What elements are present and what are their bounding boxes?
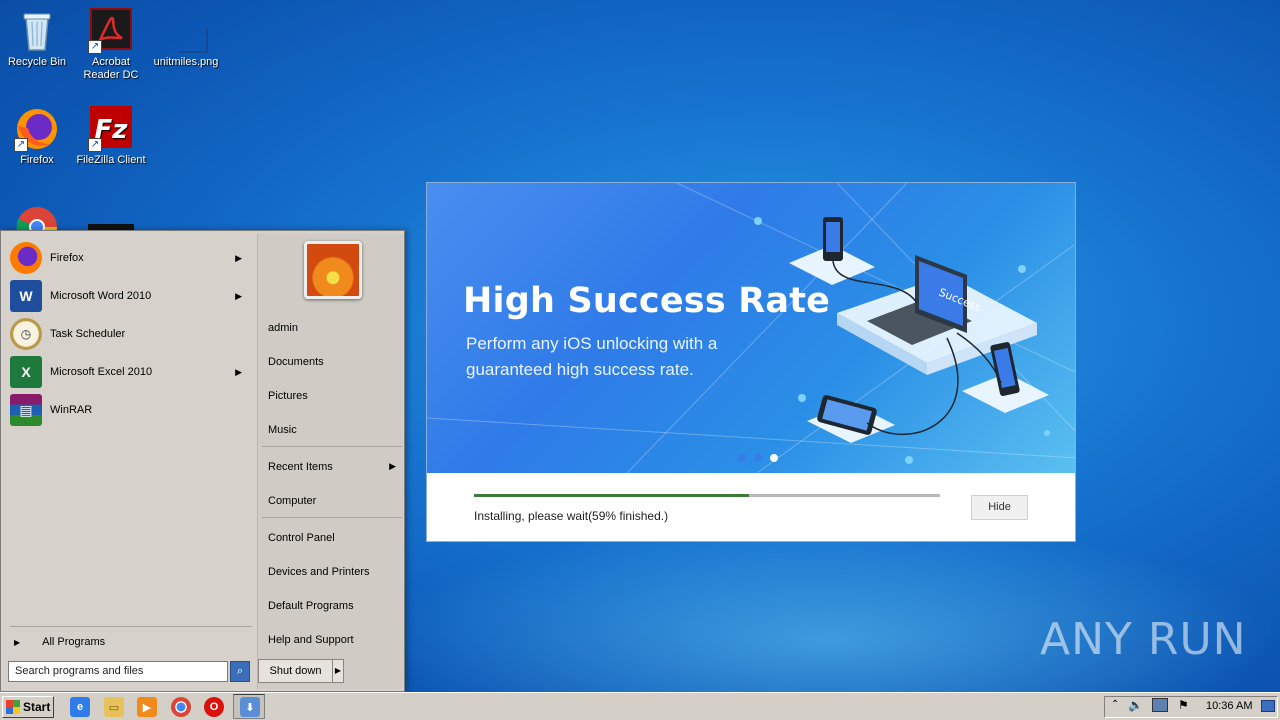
carousel-dot-3[interactable] (770, 454, 778, 462)
user-avatar[interactable] (304, 241, 362, 299)
desktop-icon-recycle-bin[interactable]: Recycle Bin (0, 8, 74, 69)
shutdown-options-arrow-icon[interactable]: ▶ (332, 659, 344, 683)
program-label: Firefox (50, 252, 84, 264)
search-icon[interactable]: ⌕ (230, 661, 250, 682)
chrome-icon[interactable] (171, 697, 191, 717)
places-item-documents[interactable]: Documents (268, 356, 398, 368)
desktop-icon-unitmiles[interactable]: unitmiles.png (149, 8, 223, 69)
start-menu-item-excel[interactable]: X Microsoft Excel 2010 ▶ (10, 354, 250, 390)
all-programs-arrow-icon: ▶ (14, 637, 21, 647)
shortcut-arrow-icon: ↗ (88, 40, 102, 54)
image-file-icon (163, 8, 209, 54)
taskbar-installer-button[interactable]: ⬇ (233, 694, 265, 719)
firefox-icon (10, 242, 42, 274)
program-label: WinRAR (50, 404, 93, 416)
start-search-input[interactable]: Search programs and files (8, 661, 228, 682)
start-menu-item-word[interactable]: W Microsoft Word 2010 ▶ (10, 278, 250, 314)
recycle-bin-icon (14, 8, 60, 54)
all-programs-label: All Programs (42, 636, 106, 648)
show-desktop-icon[interactable] (1261, 700, 1275, 712)
network-icon[interactable] (1152, 698, 1168, 712)
all-programs-button[interactable]: ▶ All Programs (10, 632, 250, 652)
places-separator (262, 446, 402, 447)
opera-icon[interactable]: O (204, 697, 224, 717)
filezilla-icon: Fz ↗ (88, 106, 134, 152)
program-label: Task Scheduler (50, 328, 126, 340)
start-label: Start (23, 700, 51, 714)
word-icon: W (10, 280, 42, 312)
winrar-icon: ▤ (10, 394, 42, 426)
submenu-arrow-icon: ▶ (235, 290, 242, 301)
installer-app-icon: ⬇ (240, 697, 260, 717)
tray-expand-icon[interactable]: ⌃ (1111, 699, 1119, 710)
start-button[interactable]: Start (2, 696, 54, 718)
installer-window: Success High Success Rate Perform any iO… (426, 182, 1076, 542)
file-explorer-icon[interactable]: ▭ (104, 697, 124, 717)
desktop-icon-label: Acrobat Reader DC (83, 56, 139, 81)
places-item-devices-printers[interactable]: Devices and Printers (268, 566, 398, 578)
start-menu-item-winrar[interactable]: ▤ WinRAR (10, 392, 250, 428)
clock-icon: ◷ (10, 318, 42, 350)
excel-icon: X (10, 356, 42, 388)
install-status-text: Installing, please wait(59% finished.) (474, 509, 669, 523)
install-progress-fill (474, 494, 749, 497)
hide-button[interactable]: Hide (971, 495, 1028, 520)
places-item-recent-items[interactable]: Recent Items ▶ (268, 461, 398, 473)
banner-title: High Success Rate (463, 281, 831, 321)
submenu-arrow-icon: ▶ (235, 366, 242, 377)
internet-explorer-icon[interactable]: e (70, 697, 90, 717)
start-menu-programs-pane: Firefox ▶ W Microsoft Word 2010 ▶ ◷ Task… (4, 234, 254, 654)
places-item-music[interactable]: Music (268, 424, 398, 436)
start-menu-separator (10, 626, 252, 627)
anyrun-watermark: ANY RUN (1040, 614, 1247, 665)
desktop-icon-filezilla[interactable]: Fz ↗ FileZilla Client (74, 106, 148, 167)
places-item-computer[interactable]: Computer (268, 495, 398, 507)
places-item-pictures[interactable]: Pictures (268, 390, 398, 402)
submenu-arrow-icon: ▶ (235, 252, 242, 263)
shortcut-arrow-icon: ↗ (88, 138, 102, 152)
desktop-icon-label: Firefox (20, 154, 54, 166)
start-menu-item-firefox[interactable]: Firefox ▶ (10, 240, 250, 276)
start-menu-item-task-scheduler[interactable]: ◷ Task Scheduler (10, 316, 250, 352)
start-menu: Firefox ▶ W Microsoft Word 2010 ▶ ◷ Task… (0, 230, 405, 692)
action-center-flag-icon[interactable]: ⚑ (1178, 698, 1189, 712)
banner-subtitle: Perform any iOS unlocking with a guarant… (466, 334, 718, 379)
places-separator (262, 517, 402, 518)
recent-items-label: Recent Items (268, 461, 333, 473)
volume-icon[interactable]: 🔈 (1128, 698, 1143, 712)
firefox-icon: ↗ (14, 106, 60, 152)
program-label: Microsoft Word 2010 (50, 290, 152, 302)
taskbar-clock[interactable]: 10:36 AM (1206, 700, 1252, 712)
start-menu-places-pane: admin Documents Pictures Music Recent It… (257, 234, 403, 689)
taskbar: Start e ▭ ▶ O ⬇ ⌃ 🔈 ⚑ 10:36 AM (0, 692, 1280, 720)
desktop-icon-acrobat[interactable]: ↗ Acrobat Reader DC (74, 8, 148, 82)
places-item-control-panel[interactable]: Control Panel (268, 532, 398, 544)
submenu-arrow-icon: ▶ (389, 461, 396, 471)
shutdown-button[interactable]: Shut down (258, 659, 333, 683)
desktop-icon-label: Recycle Bin (7, 56, 67, 68)
desktop-icon-label: unitmiles.png (153, 56, 219, 68)
windows-flag-icon (6, 700, 20, 714)
places-item-admin[interactable]: admin (268, 322, 398, 334)
program-label: Microsoft Excel 2010 (50, 366, 153, 378)
carousel-dot-1[interactable] (738, 454, 746, 462)
desktop-icon-label: FileZilla Client (76, 154, 146, 166)
desktop-icon-firefox[interactable]: ↗ Firefox (0, 106, 74, 167)
install-progress-bar (474, 494, 940, 497)
places-item-default-programs[interactable]: Default Programs (268, 600, 398, 612)
carousel-dot-2[interactable] (754, 454, 762, 462)
media-player-icon[interactable]: ▶ (137, 697, 157, 717)
banner-network-illustration: Success (427, 183, 1075, 473)
installer-banner: Success High Success Rate Perform any iO… (427, 183, 1075, 473)
acrobat-icon: ↗ (88, 8, 134, 54)
shortcut-arrow-icon: ↗ (14, 138, 28, 152)
carousel-dots (738, 454, 778, 462)
places-item-help-support[interactable]: Help and Support (268, 634, 398, 646)
